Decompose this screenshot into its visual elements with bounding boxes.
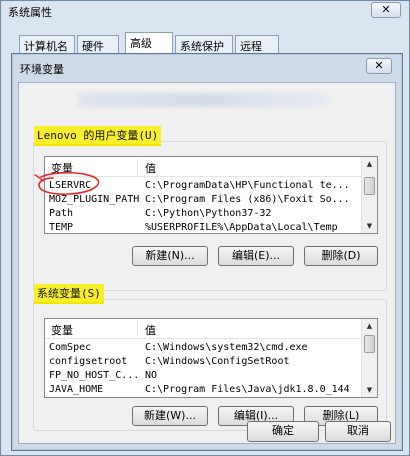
user-variables-group: Lenovo 的用户变量(U) 变量 值 LSERVRC C:\ProgramD…: [33, 126, 387, 291]
table-row[interactable]: TEMP %USERPROFILE%\AppData\Local\Temp: [45, 221, 361, 233]
scroll-up-icon[interactable]: ▲: [362, 319, 377, 333]
table-row[interactable]: JAVA_HOME C:\Program Files\Java\jdk1.8.0…: [45, 383, 361, 397]
tab-advanced[interactable]: 高级: [125, 32, 173, 54]
table-row[interactable]: Path C:\Python\Python37-32: [45, 207, 361, 221]
tab-hardware[interactable]: 硬件: [77, 35, 119, 54]
variable-value: C:\Program Files (x86)\Foxit So...: [145, 194, 350, 205]
scroll-down-icon[interactable]: ▼: [362, 219, 377, 233]
column-header-value[interactable]: 值: [145, 160, 156, 176]
ok-button[interactable]: 确定: [247, 421, 319, 442]
user-edit-button[interactable]: 编辑(E)...: [218, 246, 294, 266]
table-row[interactable]: FP_NO_HOST_C... NO: [45, 369, 361, 383]
system-variables-scrollbar[interactable]: ▲ ▼: [361, 319, 377, 397]
user-new-button[interactable]: 新建(N)...: [132, 246, 208, 266]
environment-variables-close-icon[interactable]: ✕: [366, 58, 392, 74]
user-variables-header: 变量 值: [45, 157, 361, 177]
dialog-body: Lenovo 的用户变量(U) 变量 值 LSERVRC C:\ProgramD…: [18, 82, 396, 444]
table-row[interactable]: ComSpec C:\Windows\system32\cmd.exe: [45, 341, 361, 355]
variable-value: C:\Windows\ConfigSetRoot: [145, 356, 290, 367]
variable-name: LSERVRC: [49, 180, 92, 191]
table-row[interactable]: MOZ_PLUGIN_PATH C:\Program Files (x86)\F…: [45, 193, 361, 207]
column-separator[interactable]: [137, 321, 138, 337]
variable-name: configsetroot: [49, 356, 128, 367]
variable-value: %USERPROFILE%\AppData\Local\Temp: [145, 222, 338, 233]
variable-name: FP_NO_HOST_C...: [49, 370, 139, 381]
tab-remote[interactable]: 远程: [235, 35, 279, 54]
variable-name: TEMP: [49, 222, 74, 233]
table-row[interactable]: LSERVRC C:\ProgramData\HP\Functional te.…: [45, 179, 361, 193]
tab-system-protection[interactable]: 系统保护: [175, 35, 233, 54]
system-variables-list[interactable]: 变量 值 ComSpec C:\Windows\system32\cmd.exe…: [44, 318, 378, 398]
variable-name: Path: [49, 208, 74, 219]
system-properties-title: 系统属性: [8, 6, 52, 19]
variable-value: C:\Windows\system32\cmd.exe: [145, 342, 308, 353]
table-row[interactable]: configsetroot C:\Windows\ConfigSetRoot: [45, 355, 361, 369]
system-properties-close-icon[interactable]: ✕: [371, 2, 401, 18]
scroll-up-icon[interactable]: ▲: [362, 157, 377, 171]
system-new-button[interactable]: 新建(W)...: [132, 406, 208, 426]
column-header-variable[interactable]: 变量: [51, 322, 73, 338]
scroll-thumb[interactable]: [364, 177, 375, 195]
column-header-variable[interactable]: 变量: [51, 160, 73, 176]
column-separator[interactable]: [137, 159, 138, 175]
user-delete-button[interactable]: 删除(D): [304, 246, 378, 266]
scroll-thumb[interactable]: [364, 335, 375, 353]
environment-variables-title: 环境变量: [20, 63, 64, 76]
system-properties-window: 系统属性 ✕ 计算机名 硬件 高级 系统保护 远程 环境变量 ✕ Lenovo …: [0, 0, 410, 456]
background-blur: [79, 93, 329, 107]
system-variables-label: 系统变量(S): [34, 284, 104, 304]
cancel-button[interactable]: 取消: [325, 421, 391, 442]
user-variables-label: Lenovo 的用户变量(U): [34, 126, 162, 146]
variable-value: C:\ProgramData\HP\Functional te...: [145, 180, 350, 191]
variable-name: JAVA_HOME: [49, 384, 104, 395]
scroll-down-icon[interactable]: ▼: [362, 383, 377, 397]
variable-value: NO: [145, 370, 158, 381]
variable-name: ComSpec: [49, 342, 92, 353]
tab-computer-name[interactable]: 计算机名: [19, 35, 75, 54]
environment-variables-dialog: 环境变量 ✕ Lenovo 的用户变量(U) 变量 值 LSERVRC C:\P…: [11, 53, 403, 451]
variable-value: C:\Python\Python37-32: [145, 208, 272, 219]
user-variables-scrollbar[interactable]: ▲ ▼: [361, 157, 377, 233]
system-variables-header: 变量 值: [45, 319, 361, 339]
system-variables-group: 系统变量(S) 变量 值 ComSpec C:\Windows\system32…: [33, 284, 387, 431]
variable-value: C:\Program Files\Java\jdk1.8.0_144: [145, 384, 350, 395]
variable-name: MOZ_PLUGIN_PATH: [49, 194, 139, 205]
user-variables-list[interactable]: 变量 值 LSERVRC C:\ProgramData\HP\Functiona…: [44, 156, 378, 234]
column-header-value[interactable]: 值: [145, 322, 156, 338]
